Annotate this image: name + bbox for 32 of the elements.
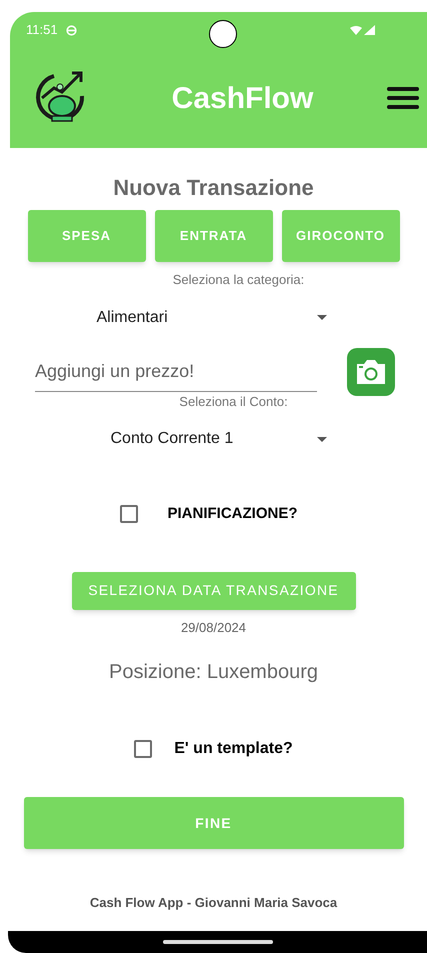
price-input-field[interactable]: Aggiungi un prezzo!: [35, 352, 317, 392]
account-value: Conto Corrente 1: [110, 429, 234, 449]
account-label: Seleziona il Conto:: [179, 392, 288, 410]
form-title: Nuova Transazione: [113, 174, 314, 202]
dropdown-caret-icon: [316, 436, 326, 442]
type-button[interactable]: GIROCONTO: [282, 210, 400, 262]
dropdown-caret-icon: [316, 315, 326, 320]
type-button[interactable]: ENTRATA: [154, 210, 272, 262]
position-text: Posizione: Luxembourg: [108, 660, 318, 685]
template-label: E' un template?: [174, 739, 293, 759]
date-text: 29/08/2024: [180, 618, 246, 636]
footer-text: Cash Flow App - Giovanni Maria Savoca: [90, 894, 338, 912]
status-time: 11:51: [26, 21, 58, 40]
category-label: Seleziona la categoria:: [172, 271, 304, 289]
finish-button[interactable]: FINE: [24, 797, 404, 849]
account-dropdown[interactable]: Conto Corrente 1: [110, 427, 326, 451]
app-title: CashFlow: [170, 80, 314, 116]
checkbox[interactable]: [134, 740, 152, 758]
signal-icon: [364, 25, 375, 35]
camera-icon: [354, 358, 388, 386]
menu-icon[interactable]: [387, 86, 419, 110]
checkbox[interactable]: [120, 505, 138, 524]
category-dropdown[interactable]: Alimentari: [96, 306, 326, 330]
home-handle[interactable]: [162, 940, 272, 944]
camera-button[interactable]: [347, 348, 395, 396]
notification-icon: [66, 24, 77, 36]
select-date-button[interactable]: SELEZIONA DATA TRANSAZIONE: [72, 572, 356, 610]
camera-cutout-icon: [209, 20, 237, 48]
type-button[interactable]: SPESA: [28, 210, 146, 262]
category-value: Alimentari: [96, 308, 168, 328]
wifi-icon: [350, 26, 362, 34]
planning-label: PIANIFICAZIONE?: [168, 504, 298, 524]
